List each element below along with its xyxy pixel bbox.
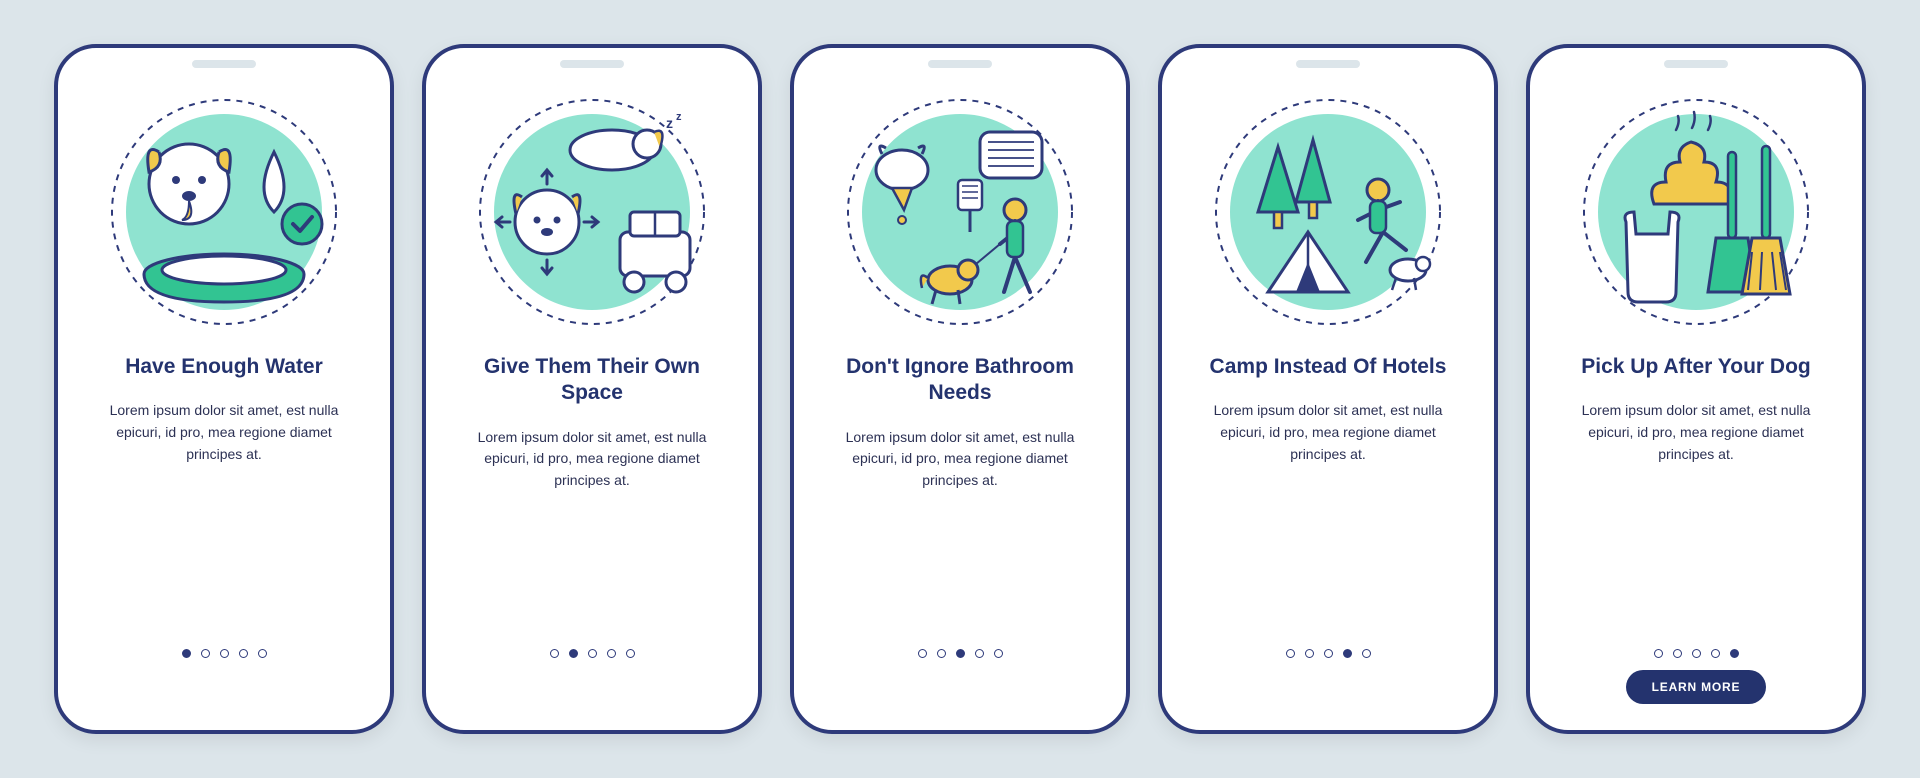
water-bowl-icon bbox=[104, 92, 344, 332]
dot-4[interactable] bbox=[1343, 649, 1352, 658]
card-body: Lorem ipsum dolor sit amet, est nulla ep… bbox=[94, 400, 354, 465]
dot-3[interactable] bbox=[220, 649, 229, 658]
pagination-dots bbox=[1654, 649, 1739, 658]
pagination-dots bbox=[1286, 649, 1371, 658]
dot-1[interactable] bbox=[550, 649, 559, 658]
card-body: Lorem ipsum dolor sit amet, est nulla ep… bbox=[462, 427, 722, 492]
phone-notch bbox=[560, 60, 624, 68]
card-body: Lorem ipsum dolor sit amet, est nulla ep… bbox=[830, 427, 1090, 492]
onboarding-card-1: Have Enough Water Lorem ipsum dolor sit … bbox=[54, 44, 394, 734]
svg-text:z: z bbox=[666, 115, 673, 131]
card-body: Lorem ipsum dolor sit amet, est nulla ep… bbox=[1566, 400, 1826, 465]
dot-2[interactable] bbox=[1673, 649, 1682, 658]
dot-3[interactable] bbox=[1692, 649, 1701, 658]
card-title: Pick Up After Your Dog bbox=[1581, 354, 1810, 380]
dot-3[interactable] bbox=[956, 649, 965, 658]
pagination-dots bbox=[550, 649, 635, 658]
dot-5[interactable] bbox=[626, 649, 635, 658]
cleanup-icon bbox=[1576, 92, 1816, 332]
phone-notch bbox=[928, 60, 992, 68]
dot-1[interactable] bbox=[918, 649, 927, 658]
dot-1[interactable] bbox=[182, 649, 191, 658]
dot-3[interactable] bbox=[588, 649, 597, 658]
dot-1[interactable] bbox=[1286, 649, 1295, 658]
dot-5[interactable] bbox=[1362, 649, 1371, 658]
dog-space-icon: z z bbox=[472, 92, 712, 332]
dot-5[interactable] bbox=[1730, 649, 1739, 658]
walk-dog-icon bbox=[840, 92, 1080, 332]
dot-4[interactable] bbox=[975, 649, 984, 658]
card-body: Lorem ipsum dolor sit amet, est nulla ep… bbox=[1198, 400, 1458, 465]
dot-2[interactable] bbox=[937, 649, 946, 658]
svg-text:z: z bbox=[676, 111, 682, 123]
dot-2[interactable] bbox=[569, 649, 578, 658]
dot-4[interactable] bbox=[1711, 649, 1720, 658]
dot-5[interactable] bbox=[994, 649, 1003, 658]
learn-more-button[interactable]: LEARN MORE bbox=[1626, 670, 1767, 704]
onboarding-card-5: Pick Up After Your Dog Lorem ipsum dolor… bbox=[1526, 44, 1866, 734]
card-title: Give Them Their Own Space bbox=[462, 354, 722, 407]
dot-4[interactable] bbox=[607, 649, 616, 658]
card-title: Don't Ignore Bathroom Needs bbox=[830, 354, 1090, 407]
pagination-dots bbox=[182, 649, 267, 658]
camp-icon bbox=[1208, 92, 1448, 332]
phone-notch bbox=[1664, 60, 1728, 68]
card-title: Camp Instead Of Hotels bbox=[1210, 354, 1447, 380]
onboarding-card-3: Don't Ignore Bathroom Needs Lorem ipsum … bbox=[790, 44, 1130, 734]
dot-4[interactable] bbox=[239, 649, 248, 658]
onboarding-card-4: Camp Instead Of Hotels Lorem ipsum dolor… bbox=[1158, 44, 1498, 734]
pagination-dots bbox=[918, 649, 1003, 658]
card-title: Have Enough Water bbox=[125, 354, 323, 380]
onboarding-card-2: z z Give Them Their Own Space Lorem ipsu… bbox=[422, 44, 762, 734]
dot-2[interactable] bbox=[1305, 649, 1314, 658]
phone-notch bbox=[1296, 60, 1360, 68]
phone-notch bbox=[192, 60, 256, 68]
dot-1[interactable] bbox=[1654, 649, 1663, 658]
dot-5[interactable] bbox=[258, 649, 267, 658]
dot-2[interactable] bbox=[201, 649, 210, 658]
dot-3[interactable] bbox=[1324, 649, 1333, 658]
